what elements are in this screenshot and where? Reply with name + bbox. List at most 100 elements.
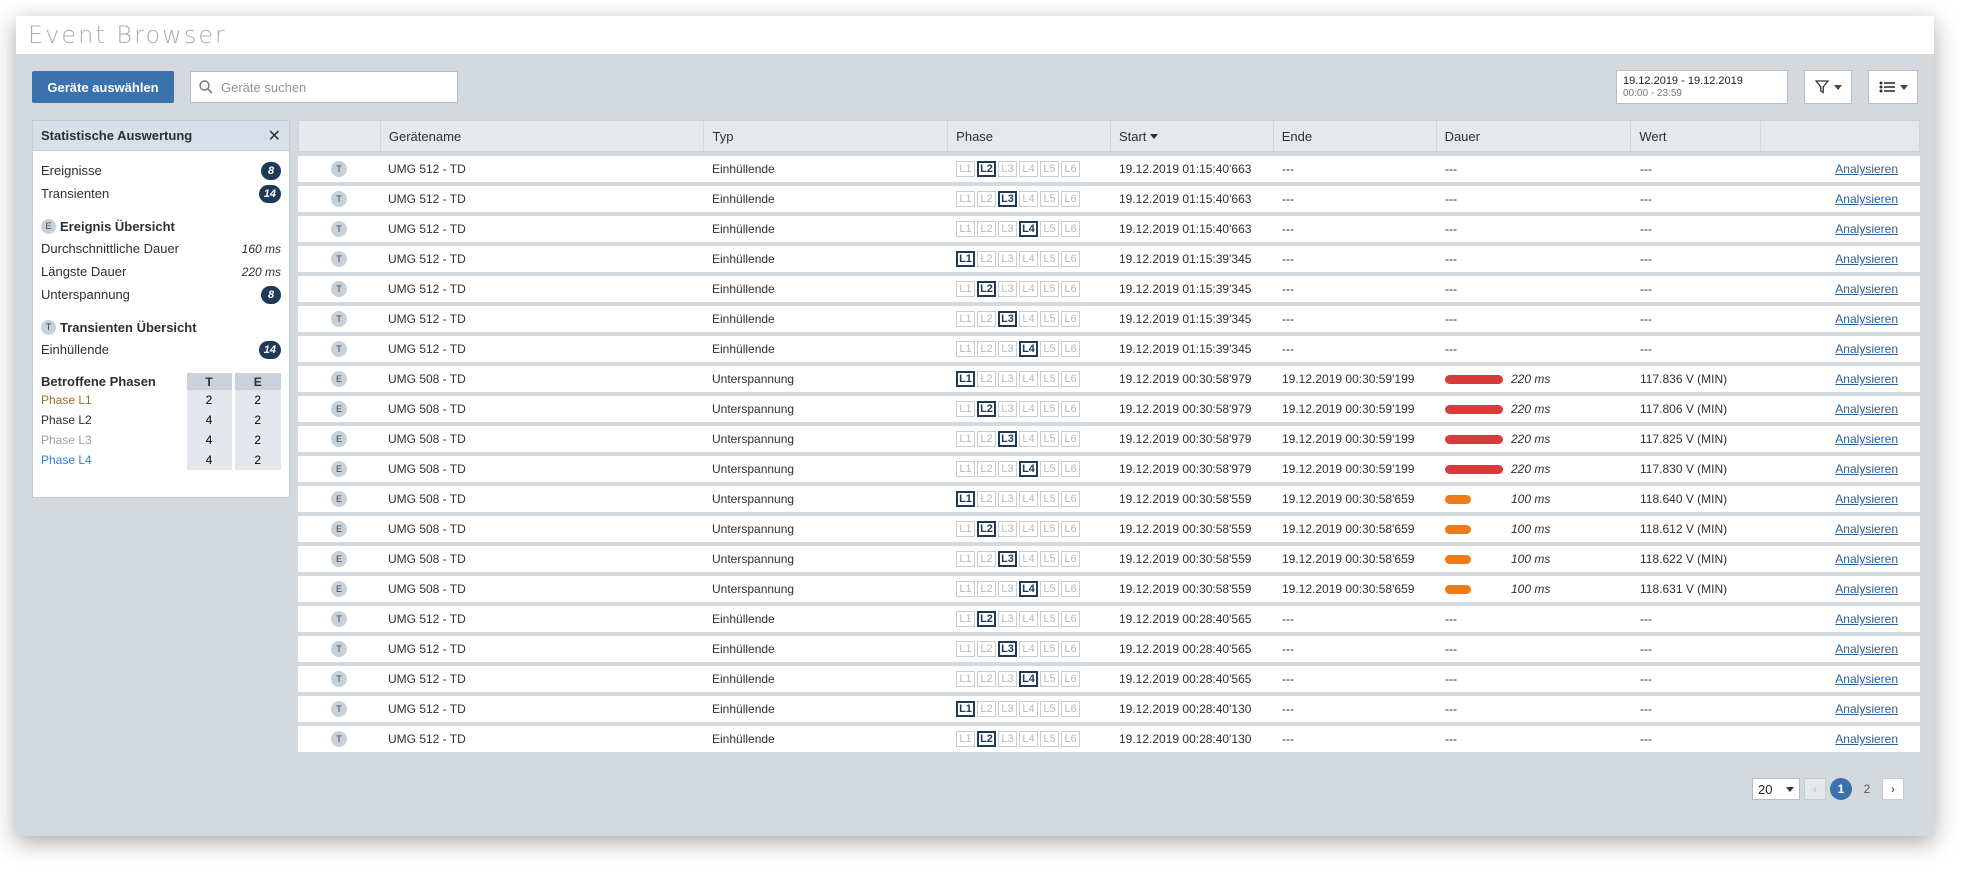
end-cell: 19.12.2019 00:30:58'659 (1282, 552, 1415, 566)
phase-chip: L1 (956, 401, 975, 417)
stat-max-duration: Längste Dauer 220 ms (41, 260, 281, 283)
col-type[interactable]: Typ (704, 121, 949, 151)
table-row[interactable]: T UMG 512 - TD Einhüllende L1 L2 L3 L4 L5 L6 19.1… (298, 216, 1920, 242)
value-cell: --- (1640, 312, 1652, 326)
table-row[interactable]: T UMG 512 - TD Einhüllende L1 L2 L3 L4 L5 L6 19.1… (298, 336, 1920, 362)
transient-letter-icon: T (41, 319, 56, 335)
table-row[interactable]: T UMG 512 - TD Einhüllende L1 L2 L3 L4 L5 L6 19.1… (298, 306, 1920, 332)
phase-chip: L1 (956, 191, 975, 207)
device-cell: UMG 512 - TD (388, 252, 466, 266)
select-devices-button[interactable]: Geräte auswählen (32, 71, 174, 103)
prev-page-button[interactable]: ‹ (1804, 778, 1826, 800)
phase-chip: L1 (956, 641, 975, 657)
start-cell: 19.12.2019 00:30:58'979 (1119, 372, 1252, 386)
duration-cell: 220 ms (1437, 426, 1632, 452)
tag-cell: T (298, 636, 380, 662)
col-start[interactable]: Start (1111, 121, 1274, 151)
table-row[interactable]: E UMG 508 - TD Unterspannung L1 L2 L3 L4 L5 L6 19… (298, 516, 1920, 542)
type-cell: Unterspannung (712, 522, 795, 536)
phase-summary-row: Phase L4 4 2 (41, 450, 281, 470)
phase-chip: L4 (1019, 521, 1038, 537)
table-row[interactable]: T UMG 512 - TD Einhüllende L1 L2 L3 L4 L5 L6 19.1… (298, 666, 1920, 692)
page-2[interactable]: 2 (1856, 778, 1878, 800)
end-cell: --- (1282, 252, 1294, 266)
analyze-link[interactable]: Analysieren (1835, 192, 1898, 206)
phase-cell: L1 L2 L3 L4 L5 L6 (948, 366, 1111, 392)
col-phase[interactable]: Phase (948, 121, 1111, 151)
analyze-link[interactable]: Analysieren (1835, 282, 1898, 296)
phase-cell: L1 L2 L3 L4 L5 L6 (948, 246, 1111, 272)
analyze-link[interactable]: Analysieren (1835, 162, 1898, 176)
phase-chip: L6 (1061, 251, 1080, 267)
action-cell: Analysieren (1762, 726, 1920, 752)
analyze-link[interactable]: Analysieren (1835, 252, 1898, 266)
table-row[interactable]: E UMG 508 - TD Unterspannung L1 L2 L3 L4 L5 L6 19… (298, 576, 1920, 602)
analyze-link[interactable]: Analysieren (1835, 732, 1898, 746)
page-size-select[interactable]: 20 (1752, 778, 1800, 800)
phase-name[interactable]: Phase L1 (41, 390, 185, 410)
analyze-link[interactable]: Analysieren (1835, 522, 1898, 536)
table-row[interactable]: E UMG 508 - TD Unterspannung L1 L2 L3 L4 L5 L6 19… (298, 426, 1920, 452)
next-page-button[interactable]: › (1882, 778, 1904, 800)
analyze-link[interactable]: Analysieren (1835, 312, 1898, 326)
analyze-link[interactable]: Analysieren (1835, 462, 1898, 476)
phase-name[interactable]: Phase L4 (41, 450, 185, 470)
tag-cell: E (298, 516, 380, 542)
analyze-link[interactable]: Analysieren (1835, 702, 1898, 716)
table-row[interactable]: T UMG 512 - TD Einhüllende L1 L2 L3 L4 L5 L6 19.1… (298, 636, 1920, 662)
table-row[interactable]: T UMG 512 - TD Einhüllende L1 L2 L3 L4 L5 L6 19.1… (298, 276, 1920, 302)
event-type-icon: T (331, 161, 347, 177)
date-range-picker[interactable]: 19.12.2019 - 19.12.2019 00:00 - 23:59 (1616, 70, 1788, 104)
page-1[interactable]: 1 (1830, 778, 1852, 800)
table-row[interactable]: T UMG 512 - TD Einhüllende L1 L2 L3 L4 L5 L6 19.1… (298, 186, 1920, 212)
table-row[interactable]: E UMG 508 - TD Unterspannung L1 L2 L3 L4 L5 L6 19… (298, 396, 1920, 422)
table-row[interactable]: T UMG 512 - TD Einhüllende L1 L2 L3 L4 L5 L6 19.1… (298, 156, 1920, 182)
analyze-link[interactable]: Analysieren (1835, 672, 1898, 686)
phase-chip: L5 (1040, 611, 1059, 627)
phase-chip: L4 (1019, 401, 1038, 417)
analyze-link[interactable]: Analysieren (1835, 642, 1898, 656)
type-cell: Einhüllende (712, 252, 775, 266)
analyze-link[interactable]: Analysieren (1835, 552, 1898, 566)
list-icon (1879, 81, 1895, 93)
table-row[interactable]: T UMG 512 - TD Einhüllende L1 L2 L3 L4 L5 L6 19.1… (298, 726, 1920, 752)
table-row[interactable]: E UMG 508 - TD Unterspannung L1 L2 L3 L4 L5 L6 19… (298, 486, 1920, 512)
table-row[interactable]: T UMG 512 - TD Einhüllende L1 L2 L3 L4 L5 L6 19.1… (298, 246, 1920, 272)
analyze-link[interactable]: Analysieren (1835, 492, 1898, 506)
table-row[interactable]: T UMG 512 - TD Einhüllende L1 L2 L3 L4 L5 L6 19.1… (298, 696, 1920, 722)
event-type-icon: T (331, 221, 347, 237)
value-cell: 117.836 V (MIN) (1640, 372, 1728, 386)
table-row[interactable]: E UMG 508 - TD Unterspannung L1 L2 L3 L4 L5 L6 19… (298, 456, 1920, 482)
analyze-link[interactable]: Analysieren (1835, 222, 1898, 236)
phase-name[interactable]: Phase L2 (41, 410, 185, 430)
analyze-link[interactable]: Analysieren (1835, 432, 1898, 446)
col-duration[interactable]: Dauer (1437, 121, 1632, 151)
phase-chip: L6 (1061, 701, 1080, 717)
phase-chip: L6 (1061, 221, 1080, 237)
analyze-link[interactable]: Analysieren (1835, 582, 1898, 596)
phase-chip: L5 (1040, 431, 1059, 447)
table-row[interactable]: E UMG 508 - TD Unterspannung L1 L2 L3 L4 L5 L6 19… (298, 366, 1920, 392)
search-input[interactable] (221, 79, 441, 95)
analyze-link[interactable]: Analysieren (1835, 402, 1898, 416)
analyze-link[interactable]: Analysieren (1835, 342, 1898, 356)
analyze-link[interactable]: Analysieren (1835, 372, 1898, 386)
close-icon[interactable]: ✕ (268, 126, 281, 146)
filter-button[interactable] (1804, 70, 1852, 104)
device-search[interactable] (190, 71, 458, 103)
device-cell: UMG 512 - TD (388, 732, 466, 746)
phase-chip: L6 (1061, 551, 1080, 567)
col-value[interactable]: Wert (1631, 121, 1762, 151)
phase-name[interactable]: Phase L3 (41, 430, 185, 450)
table-row[interactable]: T UMG 512 - TD Einhüllende L1 L2 L3 L4 L5 L6 19.1… (298, 606, 1920, 632)
list-view-button[interactable] (1868, 70, 1918, 104)
table-row[interactable]: E UMG 508 - TD Unterspannung L1 L2 L3 L4 L5 L6 19… (298, 546, 1920, 572)
dropdown-arrow-icon (1786, 786, 1794, 792)
action-cell: Analysieren (1762, 246, 1920, 272)
phase-chip: L6 (1061, 491, 1080, 507)
analyze-link[interactable]: Analysieren (1835, 612, 1898, 626)
start-cell: 19.12.2019 01:15:40'663 (1119, 162, 1252, 176)
stat-transients-count: 14 (258, 184, 281, 203)
col-end[interactable]: Ende (1274, 121, 1437, 151)
col-device-name[interactable]: Gerätename (381, 121, 705, 151)
